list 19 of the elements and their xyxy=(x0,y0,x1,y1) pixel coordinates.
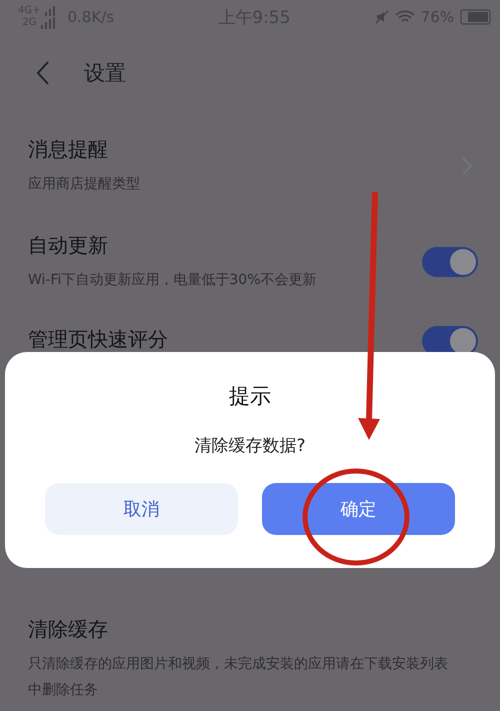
cancel-button[interactable]: 取消 xyxy=(45,483,238,535)
setting-title: 清除缓存 xyxy=(28,616,109,642)
confirm-button[interactable]: 确定 xyxy=(262,483,455,535)
mute-icon xyxy=(374,10,389,24)
setting-description: 应用商店提醒类型 xyxy=(28,174,140,194)
wifi-icon xyxy=(394,10,415,24)
setting-description: Wi-Fi下自动更新应用，电量低于30%不会更新 xyxy=(28,270,317,290)
back-icon[interactable] xyxy=(36,61,50,85)
dialog-message: 清除缓存数据? xyxy=(194,435,306,457)
setting-title: 消息提醒 xyxy=(28,136,109,162)
setting-description: 只清除缓存的应用图片和视频，未完成安装的应用请在下载安装列表中删除任务 xyxy=(28,654,449,700)
page-title: 设置 xyxy=(84,60,126,87)
toggle-switch[interactable] xyxy=(422,247,478,277)
dialog-title: 提示 xyxy=(229,383,271,410)
setting-title: 管理页快速评分 xyxy=(28,326,168,353)
setting-title: 自动更新 xyxy=(28,232,109,258)
signal-icon xyxy=(40,17,56,29)
battery-icon xyxy=(460,9,492,25)
signal-icon xyxy=(44,6,56,16)
